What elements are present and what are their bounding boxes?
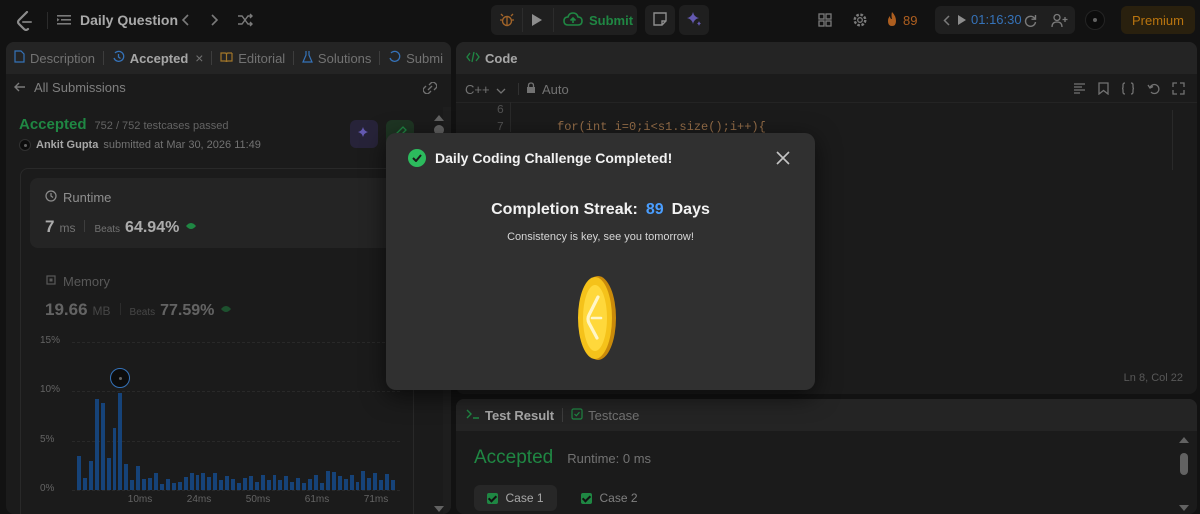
modal-title: Daily Coding Challenge Completed! (435, 150, 673, 166)
streak-label: Completion Streak: (491, 201, 638, 218)
gold-coin-icon (575, 275, 617, 361)
streak-unit: Days (671, 201, 710, 218)
check-circle-icon (408, 149, 426, 167)
daily-challenge-modal: Daily Coding Challenge Completed! Comple… (386, 133, 815, 390)
streak-value: 89 (645, 201, 664, 218)
streak-line: Completion Streak: 89 Days (386, 201, 815, 219)
close-icon[interactable] (772, 147, 794, 169)
modal-message: Consistency is key, see you tomorrow! (507, 231, 694, 243)
modal-header: Daily Coding Challenge Completed! (408, 149, 672, 167)
